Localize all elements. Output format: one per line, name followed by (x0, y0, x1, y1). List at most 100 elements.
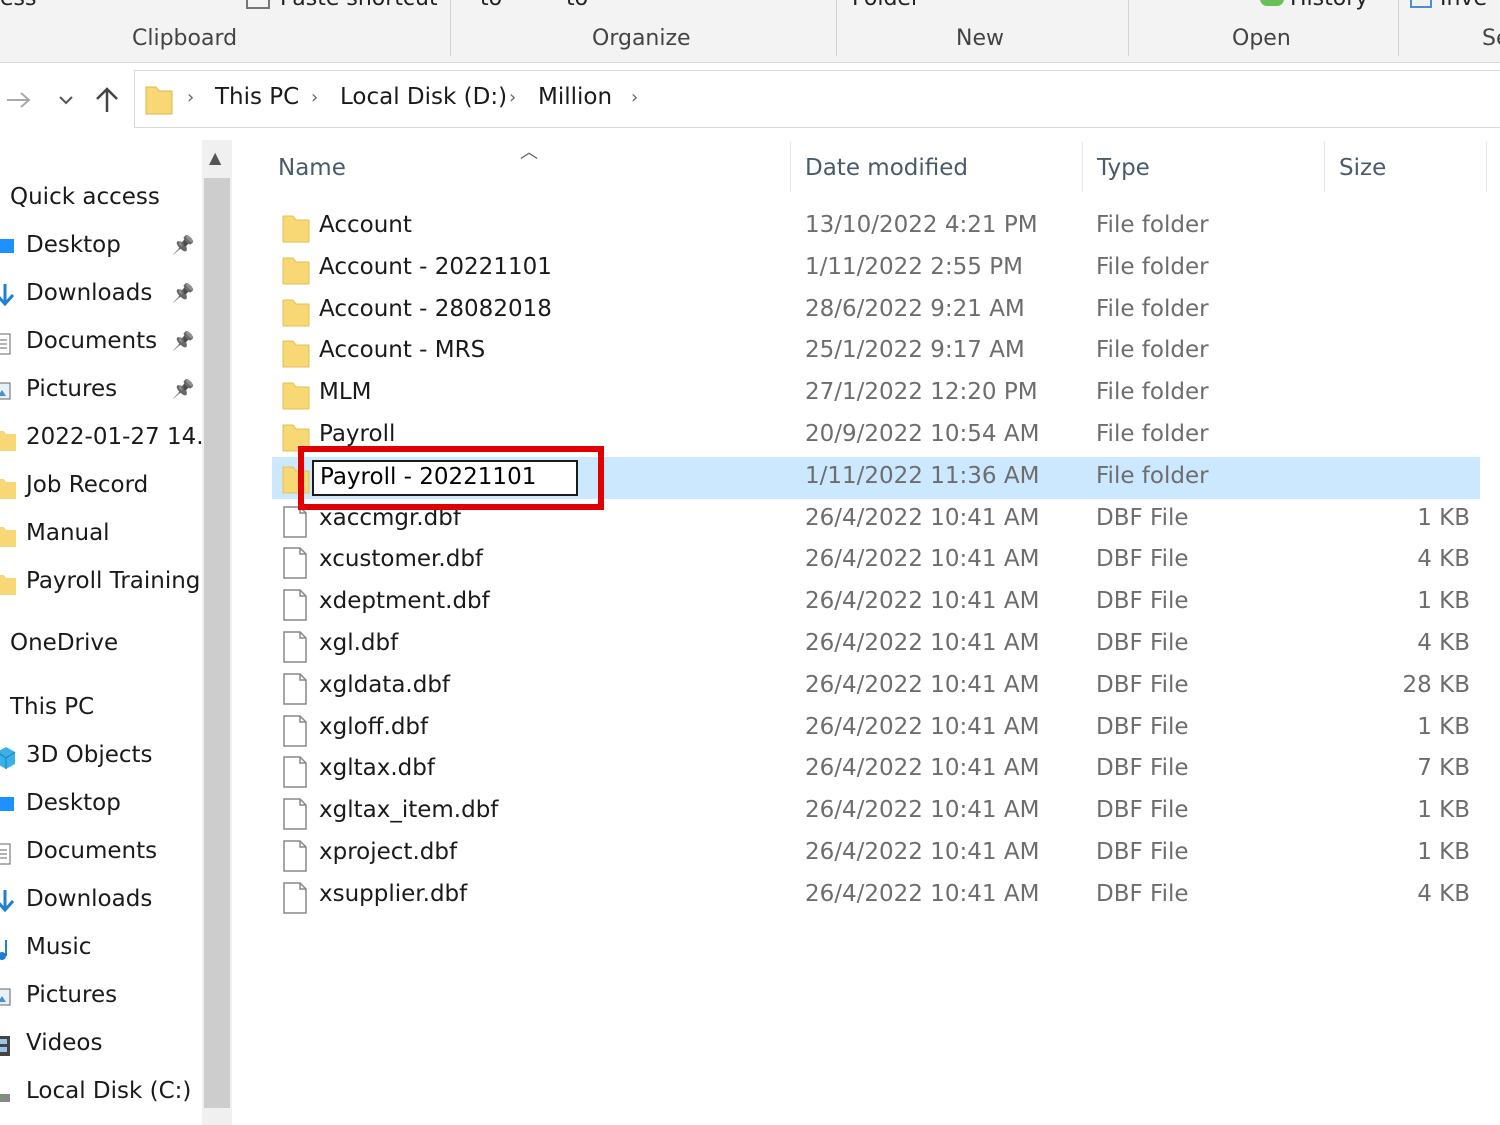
sidebar-item[interactable]: Manual (0, 515, 202, 555)
column-header-name[interactable]: Name (278, 155, 346, 181)
file-row[interactable]: xgltax.dbf 26/4/2022 10:41 AM DBF File 7 KB (272, 749, 1480, 791)
breadcrumb-million[interactable]: Million (538, 84, 612, 110)
file-type: File folder (1096, 253, 1209, 280)
file-size: 1 KB (1417, 713, 1470, 740)
sidebar-item[interactable]: 3D Objects (0, 737, 202, 777)
file-type: DBF File (1096, 546, 1189, 573)
file-row[interactable]: xgltax_item.dbf 26/4/2022 10:41 AM DBF Fil… (272, 791, 1480, 833)
chevron-right-icon[interactable]: › (187, 87, 194, 108)
file-icon (282, 714, 308, 751)
file-date: 26/4/2022 10:41 AM (805, 588, 1040, 615)
ribbon-divider (450, 0, 451, 56)
file-row[interactable]: xgl.dbf 26/4/2022 10:41 AM DBF File 4 KB (272, 624, 1480, 666)
navigation-scrollbar[interactable]: ▲ (202, 140, 232, 1125)
recent-locations-button[interactable] (56, 84, 76, 116)
ribbon-button-fragment[interactable]: ess (0, 0, 36, 11)
sidebar-item[interactable]: Videos (0, 1025, 202, 1065)
sidebar-item[interactable]: Downloads 📌 (0, 275, 202, 315)
breadcrumb-local-disk-d[interactable]: Local Disk (D:) (340, 84, 507, 110)
pin-icon[interactable]: 📌 (172, 283, 194, 304)
chevron-right-icon[interactable]: › (631, 87, 638, 108)
column-header-size[interactable]: Size (1339, 155, 1386, 181)
sidebar-item[interactable]: Local Disk (C:) (0, 1073, 202, 1113)
file-date: 26/4/2022 10:41 AM (805, 546, 1040, 573)
invert-selection-button[interactable]: Inve (1410, 0, 1487, 11)
column-header-date[interactable]: Date modified (805, 155, 968, 181)
ribbon-group-clipboard: Clipboard (132, 26, 238, 51)
file-type: DBF File (1096, 504, 1189, 531)
chevron-right-icon[interactable]: › (311, 87, 318, 108)
file-row[interactable]: Account 13/10/2022 4:21 PM File folder (272, 206, 1480, 248)
sidebar-item[interactable]: Job Record (0, 467, 202, 507)
sidebar-item[interactable]: Pictures 📌 (0, 371, 202, 411)
sidebar-item[interactable]: Music (0, 929, 202, 969)
file-size: 1 KB (1417, 504, 1470, 531)
column-divider[interactable] (790, 142, 791, 192)
rename-input[interactable]: Payroll - 20221101 (312, 459, 578, 496)
file-row[interactable]: Account - MRS 25/1/2022 9:17 AM File folde… (272, 331, 1480, 373)
drive-icon (0, 1082, 14, 1104)
file-name: Account - 20221101 (319, 253, 552, 280)
file-row[interactable]: xgldata.dbf 26/4/2022 10:41 AM DBF File 28 … (272, 666, 1480, 708)
sidebar-item[interactable]: Pictures (0, 977, 202, 1017)
scrollbar-thumb[interactable] (204, 178, 230, 1108)
new-folder-button[interactable]: Folder (852, 0, 920, 11)
quick-access-header[interactable]: Quick access (10, 184, 160, 210)
file-name: xsupplier.dbf (319, 880, 468, 907)
sidebar-item-label: Downloads (26, 280, 153, 306)
file-date: 26/4/2022 10:41 AM (805, 755, 1040, 782)
file-row[interactable]: xproject.dbf 26/4/2022 10:41 AM DBF File 1 … (272, 833, 1480, 875)
file-row[interactable]: xaccmgr.dbf 26/4/2022 10:41 AM DBF File 1 K… (272, 499, 1480, 541)
file-row[interactable]: xsupplier.dbf 26/4/2022 10:41 AM DBF File 4… (272, 875, 1480, 917)
file-date: 13/10/2022 4:21 PM (805, 212, 1038, 238)
move-to-button[interactable]: to (480, 0, 502, 11)
file-row[interactable]: Account - 20221101 1/11/2022 2:55 PM File … (272, 248, 1480, 290)
column-divider[interactable] (1082, 142, 1083, 192)
file-row[interactable]: MLM 27/1/2022 12:20 PM File folder (272, 373, 1480, 415)
onedrive-header[interactable]: OneDrive (10, 630, 118, 656)
file-row[interactable]: Payroll 20/9/2022 10:54 AM File folder (272, 415, 1480, 457)
file-size: 4 KB (1417, 880, 1470, 907)
up-button[interactable] (92, 84, 122, 116)
folder-icon (145, 86, 173, 115)
pin-icon[interactable]: 📌 (172, 379, 194, 400)
file-row[interactable]: xdeptment.dbf 26/4/2022 10:41 AM DBF File 1… (272, 582, 1480, 624)
file-name: Payroll (319, 421, 396, 447)
ribbon: ess Paste shortcut to to Folder History … (0, 0, 1500, 63)
folder-icon (0, 476, 16, 499)
sidebar-item-label: Videos (26, 1030, 103, 1056)
sidebar-item[interactable]: Documents 📌 (0, 323, 202, 363)
history-button[interactable]: History (1260, 0, 1368, 11)
file-row[interactable]: xgloff.dbf 26/4/2022 10:41 AM DBF File 1 KB (272, 708, 1480, 750)
pin-icon[interactable]: 📌 (172, 235, 194, 256)
sidebar-item[interactable]: Documents (0, 833, 202, 873)
forward-button[interactable] (4, 84, 34, 116)
breadcrumb-this-pc[interactable]: This PC (215, 84, 299, 110)
file-date: 25/1/2022 9:17 AM (805, 337, 1025, 364)
this-pc-header[interactable]: This PC (10, 694, 94, 720)
file-name: Account - MRS (319, 337, 486, 364)
column-divider[interactable] (1324, 142, 1325, 192)
column-header-type[interactable]: Type (1097, 155, 1150, 181)
arrow-right-icon (7, 92, 31, 108)
column-divider[interactable] (1486, 142, 1487, 192)
sidebar-item[interactable]: Payroll Training 2 (0, 563, 202, 603)
file-row[interactable]: xcustomer.dbf 26/4/2022 10:41 AM DBF File 4… (272, 540, 1480, 582)
address-bar[interactable]: › This PC › Local Disk (D:) › Million › (134, 70, 1500, 128)
desktop-icon (0, 794, 14, 816)
sidebar-item[interactable]: 2022-01-27 14.09 (0, 419, 202, 459)
sidebar-item[interactable]: Downloads (0, 881, 202, 921)
file-row[interactable]: Payroll - 20221101 1/11/2022 11:36 AM File… (272, 456, 1480, 499)
history-icon (1260, 0, 1284, 6)
scroll-up-icon[interactable]: ▲ (209, 148, 221, 167)
copy-to-button[interactable]: to (566, 0, 588, 11)
sidebar-item[interactable]: Desktop 📌 (0, 227, 202, 267)
chevron-right-icon[interactable]: › (509, 87, 516, 108)
pin-icon[interactable]: 📌 (172, 331, 194, 352)
sidebar-item[interactable]: Desktop (0, 785, 202, 825)
ribbon-divider (1128, 0, 1129, 56)
file-row[interactable]: Account - 28082018 28/6/2022 9:21 AM File … (272, 290, 1480, 332)
arrow-up-icon (96, 87, 118, 112)
paste-shortcut-button[interactable]: Paste shortcut (246, 0, 438, 11)
sidebar-item-label: Pictures (26, 376, 118, 402)
